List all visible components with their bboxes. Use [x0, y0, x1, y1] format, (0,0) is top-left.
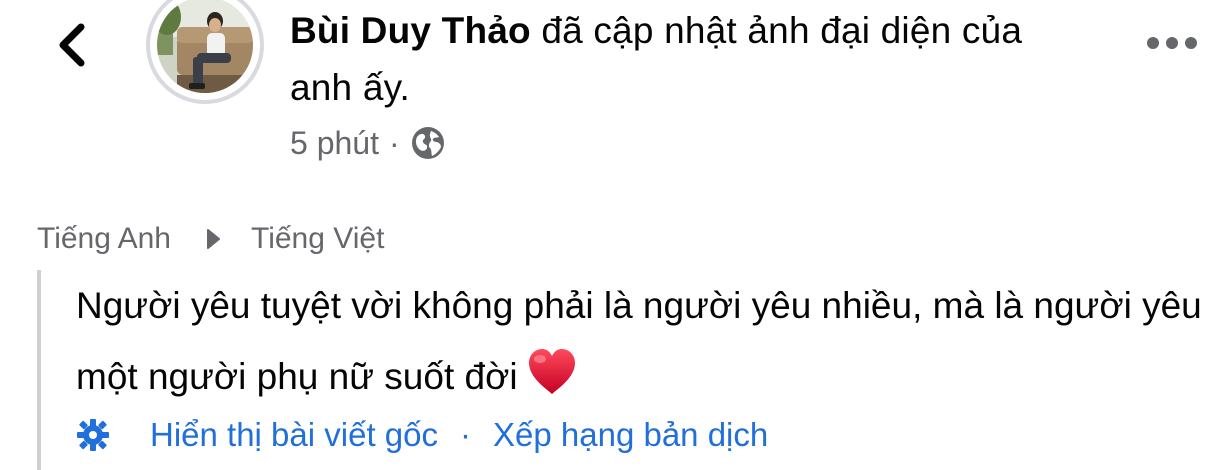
- avatar[interactable]: [146, 0, 264, 104]
- translation-language-row: Tiếng Anh Tiếng Việt: [37, 222, 384, 256]
- gear-icon[interactable]: [76, 418, 110, 452]
- post-meta: 5 phút ·: [290, 121, 446, 165]
- more-horizontal-icon: [1147, 37, 1197, 49]
- post-headline: Bùi Duy Thảo đã cập nhật ảnh đại diện củ…: [290, 2, 1050, 116]
- play-arrow-icon: [205, 228, 221, 250]
- translated-text-content: Người yêu tuyệt vời không phải là người …: [76, 285, 1202, 397]
- chevron-left-icon: [59, 23, 85, 67]
- translation-links: Hiển thị bài viết gốc · Xếp hạng bản dịc…: [76, 416, 768, 454]
- show-original-link[interactable]: Hiển thị bài viết gốc: [150, 416, 438, 454]
- post-time[interactable]: 5 phút: [290, 125, 379, 162]
- meta-separator: ·: [388, 124, 400, 161]
- avatar-photo: [157, 0, 253, 93]
- links-separator: ·: [460, 416, 471, 453]
- rate-translation-link[interactable]: Xếp hạng bản dịch: [493, 416, 768, 454]
- globe-icon[interactable]: [410, 125, 446, 161]
- back-button[interactable]: [48, 18, 96, 72]
- target-language: Tiếng Việt: [251, 222, 385, 255]
- heart-emoji-icon: [526, 347, 578, 420]
- source-language: Tiếng Anh: [37, 222, 171, 255]
- more-options-button[interactable]: [1140, 26, 1204, 60]
- translated-text: Người yêu tuyệt vời không phải là người …: [76, 270, 1206, 420]
- author-name[interactable]: Bùi Duy Thảo: [290, 10, 531, 51]
